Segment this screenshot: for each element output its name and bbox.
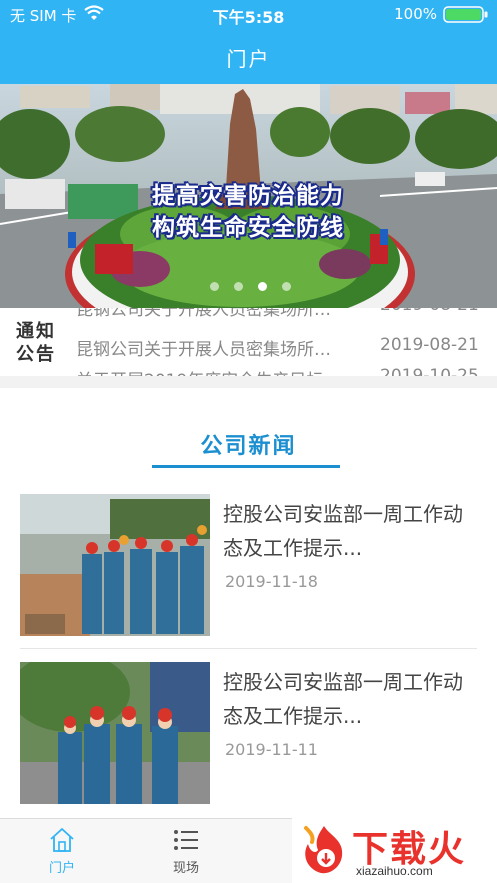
nav-bar: 门户 — [0, 28, 497, 84]
notice-item[interactable]: 昆钢公司关于开展人员密集场所… 2019-08-21 — [76, 308, 492, 325]
notice-title: 昆钢公司关于开展人员密集场所… — [76, 340, 331, 360]
tab-home-label: 门户 — [48, 861, 75, 876]
carousel-dot-active[interactable] — [258, 282, 267, 291]
notice-date: 2019-08-21 — [380, 308, 479, 315]
battery-percent: 100% — [394, 5, 437, 23]
list-icon — [174, 830, 198, 850]
notice-date: 2019-10-25 — [380, 366, 479, 376]
notice-title: 昆钢公司关于开展人员密集场所… — [76, 308, 331, 320]
news-divider — [20, 648, 477, 649]
banner-caption-line2: 构筑生命安全防线 — [152, 215, 344, 241]
notice-date: 2019-08-21 — [380, 335, 479, 355]
carousel-dot[interactable] — [210, 282, 219, 291]
carousel-page-indicator[interactable] — [210, 282, 291, 292]
news-date: 2019-11-18 — [225, 572, 318, 591]
carousel-dot[interactable] — [282, 282, 291, 291]
news-item[interactable]: 控股公司安监部一周工作动态及工作提示... 2019-11-11 — [0, 662, 497, 822]
news-date: 2019-11-11 — [225, 740, 318, 759]
notice-item[interactable]: 昆钢公司关于开展人员密集场所… 2019-08-21 — [76, 335, 492, 365]
notice-tag: 通知公告 — [16, 321, 56, 365]
news-title: 控股公司安监部一周工作动态及工作提示... — [223, 502, 463, 560]
news-item[interactable]: 控股公司安监部一周工作动态及工作提示... 2019-11-18 — [0, 494, 497, 654]
tab-site-label: 现场 — [172, 861, 199, 876]
status-bar: 无 SIM 卡 下午5:58 100% — [0, 0, 497, 28]
watermark-url: xiazaihuo.com — [356, 864, 433, 878]
tab-site[interactable]: 现场 — [146, 819, 226, 883]
battery-icon — [443, 6, 488, 23]
notice-item[interactable]: 关于开展2019年度安全生产目标… 2019-10-25 — [76, 366, 492, 376]
section-title-underline — [152, 465, 340, 468]
flame-logo-icon — [304, 826, 343, 874]
page-title: 门户 — [226, 47, 271, 71]
home-icon — [50, 828, 74, 852]
news-title: 控股公司安监部一周工作动态及工作提示... — [223, 670, 463, 728]
news-thumbnail — [20, 494, 210, 636]
notice-ticker: 通知公告 昆钢公司关于开展人员密集场所… 2019-08-21 昆钢公司关于开展… — [0, 308, 497, 376]
watermark-logo: 下载火 xiazaihuo.com — [292, 818, 497, 883]
notice-title: 关于开展2019年度安全生产目标… — [76, 366, 358, 376]
carousel-dot[interactable] — [234, 282, 243, 291]
banner-carousel[interactable]: 提高灾害防治能力 构筑生命安全防线 — [0, 84, 497, 308]
company-news-section: 公司新闻 控股公司安监部一周工作动态及工作提示... 2019-11-18 控股… — [0, 388, 497, 818]
section-title: 公司新闻 — [200, 434, 297, 459]
banner-caption-line1: 提高灾害防治能力 — [152, 183, 344, 209]
tab-home[interactable]: 门户 — [22, 819, 102, 883]
news-thumbnail — [20, 662, 210, 804]
